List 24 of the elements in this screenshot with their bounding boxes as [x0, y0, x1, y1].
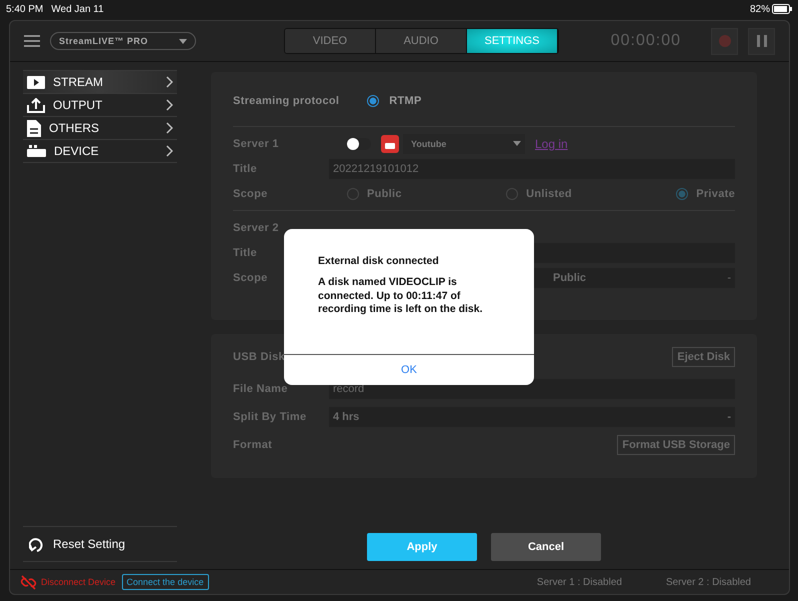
field-label: USB Disk — [233, 350, 285, 362]
field-label: Scope — [233, 188, 269, 200]
field-label: Title — [233, 246, 258, 258]
status-time: 5:40 PM — [6, 4, 44, 14]
field-label: Split By Time — [233, 410, 308, 422]
protocol-value: RTMP — [389, 95, 422, 107]
dialog-message: A disk named VIDEOCLIP is connected. Up to 00:11:47 of recording time is left on the disk. — [318, 276, 484, 316]
server-status: Server 1 : Disabled — [536, 576, 622, 588]
battery-percent: 82% — [750, 4, 770, 14]
field-label: Server 2 — [233, 222, 279, 234]
timer: 00:00:00 — [610, 32, 681, 50]
field-label: Format — [233, 438, 272, 450]
device-status: Disconnect Device — [41, 577, 116, 587]
server-status: Server 2 : Disabled — [666, 576, 751, 588]
field-label: Title — [233, 162, 258, 174]
option-label: Unlisted — [526, 188, 572, 200]
field-label: Streaming protocol — [233, 95, 340, 107]
dialog-title: External disk connected — [318, 255, 440, 267]
option-label: Public — [367, 188, 402, 200]
field-label: File Name — [233, 382, 289, 394]
field-label: Server 1 — [233, 138, 280, 150]
option-label: Private — [696, 188, 735, 200]
field-label: Scope — [233, 272, 269, 284]
status-date: Wed Jan 11 — [51, 4, 104, 14]
